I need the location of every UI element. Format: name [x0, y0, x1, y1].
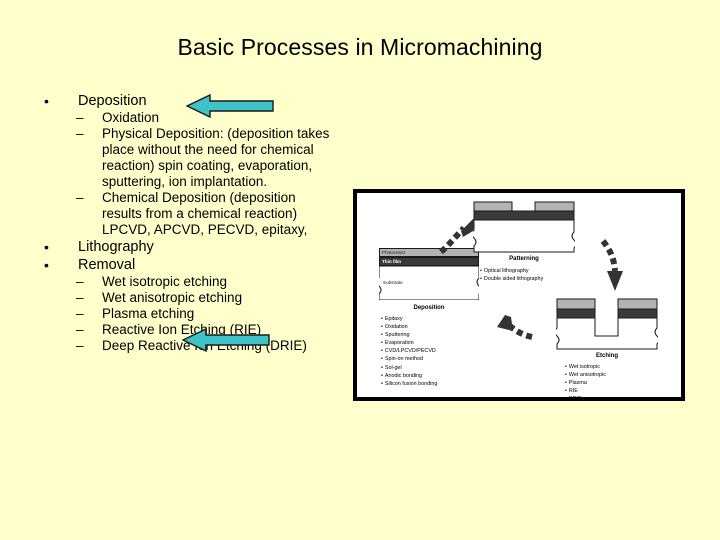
bullet-marker: • — [44, 239, 49, 255]
stage-list-etching: Wet isotropic Wet anisotropic Plasma RIE… — [565, 363, 606, 403]
bullet-marker: • — [44, 93, 49, 109]
bullet-deposition: • Deposition — [34, 92, 334, 110]
bullet-label: Deposition — [78, 93, 147, 109]
stage-list-item: Silicon fusion bonding — [381, 380, 437, 388]
flow-arrow-icon-patterning-to-etching — [597, 237, 631, 295]
sub-bullet-label: Wet isotropic etching — [102, 274, 228, 289]
sub-bullet-label: Plasma etching — [102, 306, 195, 321]
sub-bullet-marker: – — [76, 110, 84, 125]
stage-list-item: Plasma — [565, 379, 606, 387]
sub-bullet-marker: – — [76, 306, 84, 321]
stage-list-item: Sol-gel — [381, 364, 437, 372]
micromachining-cycle-diagram: Photoresist Thin film Substrate Depositi… — [353, 189, 685, 403]
stage-list-item: Wet isotropic — [565, 363, 606, 371]
stage-caption-deposition: Deposition — [413, 305, 445, 311]
content-body: • Deposition – Oxidation – Physical Depo… — [34, 92, 334, 354]
stage-list-item: CVD/LPCVD/PECVD — [381, 347, 437, 355]
stage-list-item: RIE — [565, 387, 606, 395]
sub-bullet-chemical-deposition: – Chemical Deposition (deposition result… — [34, 190, 334, 238]
layer-substrate: Substrate — [376, 265, 482, 301]
sub-bullet-label: Physical Deposition: (deposition takes p… — [102, 126, 330, 189]
sub-bullet-physical-deposition: – Physical Deposition: (deposition takes… — [34, 126, 334, 190]
stage-list-item: DRIE — [565, 395, 606, 403]
page-title: Basic Processes in Micromachining — [177, 34, 543, 60]
stage-list-item: Sputtering — [381, 331, 437, 339]
sub-bullet-label: Wet anisotropic etching — [102, 290, 243, 305]
left-arrow-icon-removal — [182, 327, 270, 353]
stage-caption-etching: Etching — [596, 353, 618, 359]
sub-bullet-plasma-etching: – Plasma etching — [34, 306, 334, 322]
left-arrow-icon-deposition — [186, 93, 274, 119]
sub-bullet-wet-anisotropic-etching: – Wet anisotropic etching — [34, 290, 334, 306]
stage-list-item: Spin-on method — [381, 355, 437, 363]
flow-arrow-icon-deposition-to-patterning — [437, 215, 481, 255]
stage-caption-patterning: Patterning — [509, 256, 539, 262]
bullet-label: Removal — [78, 257, 136, 273]
sub-bullet-marker: – — [76, 274, 84, 289]
sub-bullet-wet-isotropic-etching: – Wet isotropic etching — [34, 274, 334, 290]
bullet-removal: • Removal — [34, 256, 334, 274]
stage-list-item: Evaporation — [381, 339, 437, 347]
sub-bullet-marker: – — [76, 126, 84, 141]
sub-bullet-label: Oxidation — [102, 110, 160, 125]
layer-label-substrate: Substrate — [383, 280, 403, 285]
stage-list-item: Double sided lithography — [480, 275, 543, 283]
stage-list-item: Oxidation — [381, 323, 437, 331]
layer-label-thin-film: Thin film — [382, 259, 402, 264]
sub-bullet-oxidation: – Oxidation — [34, 110, 334, 126]
layer-label-photoresist: Photoresist — [382, 250, 405, 255]
sub-bullet-marker: – — [76, 322, 84, 337]
stage-list-item: Epitaxy — [381, 315, 437, 323]
stage-list-deposition: Epitaxy Oxidation Sputtering Evaporation… — [381, 315, 437, 388]
stage-list-item: Anodic bonding — [381, 372, 437, 380]
sub-bullet-label: Chemical Deposition (deposition results … — [102, 190, 308, 237]
stage-list-item: Optical lithography — [480, 267, 543, 275]
sub-bullet-marker: – — [76, 338, 84, 353]
sub-bullet-marker: – — [76, 290, 84, 305]
layer-thin-film: Thin film — [379, 257, 479, 266]
wafer-stack-deposition: Photoresist Thin film Substrate — [376, 248, 482, 301]
bullet-marker: • — [44, 257, 49, 273]
bullet-label: Lithography — [78, 239, 154, 255]
stage-list-patterning: Optical lithography Double sided lithogr… — [480, 267, 543, 283]
wafer-stack-patterning — [471, 201, 577, 253]
flow-arrow-icon-etching-to-deposition — [487, 311, 535, 345]
stage-list-item: Wet anisotropic — [565, 371, 606, 379]
sub-bullet-marker: – — [76, 190, 84, 205]
bullet-lithography: • Lithography — [34, 238, 334, 256]
wafer-stack-etching — [554, 298, 660, 350]
